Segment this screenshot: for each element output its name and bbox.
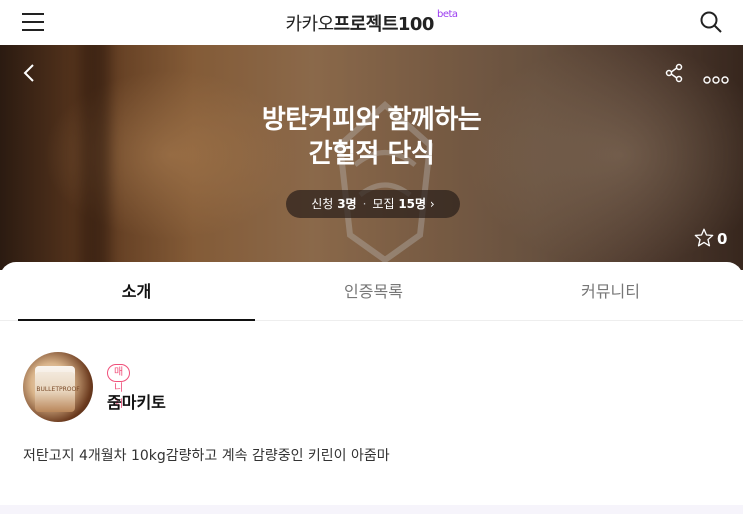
star-icon [694,228,714,247]
avatar-cup-caption: BULLETPROOF [36,386,80,393]
manager-badge: 매니저 [107,364,131,410]
tab-community[interactable]: 커뮤니티 [492,262,729,320]
more-dots-icon[interactable] [703,69,729,84]
brand-logo[interactable]: 카카오프로젝트100 beta [0,9,743,36]
title-line-1: 방탄커피와 함께하는 [261,105,482,135]
recruit-count: 15명 [398,197,427,211]
brand-bold: 프로젝트100 [333,14,435,35]
brand-main: 카카오 [285,14,334,35]
beta-label: beta [436,9,458,20]
manager-name: 줌마키토 [107,393,166,412]
hero-banner: 방탄커피와 함께하는 간헐적 단식 신청 3명 · 모집 15명 › 0 [0,45,743,270]
stats-separator: · [362,197,367,211]
applied-label: 신청 [311,197,334,211]
share-icon[interactable] [664,63,684,83]
challenge-title: 방탄커피와 함께하는 간헐적 단식 [0,103,743,171]
manager-intro-text: 저탄고지 4개월차 10kg감량하고 계속 감량중인 키린이 아줌마 [23,448,390,464]
recruit-label: 모집 [372,197,395,211]
applied-count: 3명 [337,197,357,211]
app-header: 카카오프로젝트100 beta [0,0,743,45]
tab-intro[interactable]: 소개 [18,262,255,321]
search-icon[interactable] [699,10,725,36]
chevron-left-icon[interactable] [22,63,38,85]
section-divider [0,505,743,514]
tab-bar: 소개 인증목록 커뮤니티 [0,262,743,321]
participants-pill[interactable]: 신청 3명 · 모집 15명 › [286,190,460,218]
content-sheet: 소개 인증목록 커뮤니티 BULLETPROOF 매니저 줌마키토 저탄고지 4… [0,262,743,522]
chevron-right-icon: › [429,197,435,211]
title-line-2: 간헐적 단식 [308,139,435,169]
favorite-button[interactable]: 0 [694,228,727,248]
avatar[interactable]: BULLETPROOF [23,352,93,422]
favorite-count: 0 [717,230,728,248]
tab-certifications[interactable]: 인증목록 [255,262,492,320]
